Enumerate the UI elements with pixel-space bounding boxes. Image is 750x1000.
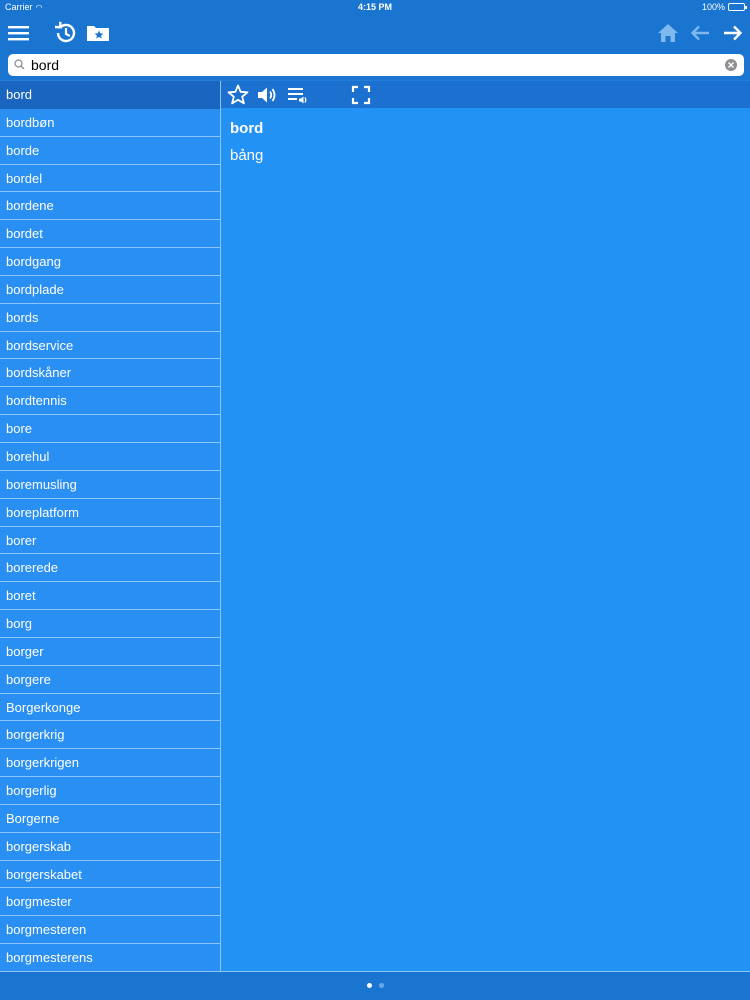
word-list-item[interactable]: bord (0, 81, 220, 109)
star-icon (227, 84, 249, 105)
search-input[interactable] (28, 55, 724, 75)
word-list-item[interactable]: Borgerne (0, 805, 220, 833)
word-list-item[interactable]: borgerskab (0, 833, 220, 861)
forward-button[interactable] (716, 17, 748, 49)
speaker-icon (258, 87, 276, 103)
bottom-bar (0, 971, 750, 1000)
definition-pane: bord bảng (221, 108, 750, 971)
battery-percent: 100% (701, 2, 725, 12)
word-list-item[interactable]: bordel (0, 165, 220, 193)
battery-status: 100% (701, 0, 747, 14)
page-indicator[interactable] (0, 983, 750, 988)
word-list-item[interactable]: Borgerkonge (0, 694, 220, 722)
menu-button[interactable] (2, 17, 34, 49)
word-list-item[interactable]: borgerskabet (0, 861, 220, 889)
word-list[interactable]: bord bordbøn borde bordel bordene bordet bordg… (0, 81, 220, 971)
clear-search-icon[interactable] (724, 58, 738, 72)
word-list-item[interactable]: borgmester (0, 888, 220, 917)
translation: bảng (230, 147, 264, 164)
word-list-item[interactable]: bords (0, 304, 220, 332)
search-icon (14, 59, 25, 70)
page-dot[interactable] (378, 983, 384, 988)
home-icon (658, 24, 678, 42)
playlist-audio-icon (288, 88, 307, 104)
speak-button[interactable] (254, 82, 280, 108)
word-list-item[interactable]: borde (0, 137, 220, 165)
word-list-item[interactable]: bordgang (0, 248, 220, 276)
word-list-item[interactable]: bordene (0, 192, 220, 221)
word-list-item[interactable]: borgerkrig (0, 721, 220, 750)
word-list-item[interactable]: borgmesterens (0, 944, 220, 971)
word-list-item[interactable]: boret (0, 582, 220, 611)
word-list-item[interactable]: bordservice (0, 332, 220, 360)
word-list-item[interactable]: borgere (0, 666, 220, 694)
word-list-item[interactable]: borger (0, 638, 220, 666)
history-button[interactable] (49, 17, 81, 49)
word-list-item[interactable]: boremusling (0, 471, 220, 499)
word-list-item[interactable]: borehul (0, 443, 220, 471)
status-bar: Carrier ◠ 4:15 PM 100% (0, 0, 750, 14)
forward-arrow-icon (724, 25, 743, 41)
word-list-item[interactable]: borgmesteren (0, 916, 220, 945)
favorite-button[interactable] (225, 82, 251, 108)
word-list-item[interactable]: borgerkrigen (0, 749, 220, 778)
detail-toolbar (221, 81, 750, 108)
word-list-item[interactable]: boreplatform (0, 499, 220, 527)
back-arrow-icon (690, 25, 709, 41)
history-icon (54, 21, 76, 43)
word-list-item[interactable]: bordbøn (0, 109, 220, 137)
fullscreen-button[interactable] (348, 82, 374, 108)
menu-icon (8, 26, 29, 41)
word-list-item[interactable]: borg (0, 610, 220, 638)
headword: bord (230, 120, 264, 137)
word-list-item[interactable]: bordet (0, 220, 220, 249)
favorites-folder-icon (87, 26, 109, 41)
word-list-item[interactable]: borerede (0, 554, 220, 583)
audio-list-button[interactable] (285, 82, 311, 108)
top-toolbar (0, 14, 750, 52)
search-box[interactable] (8, 54, 744, 76)
word-list-item[interactable]: borgerlig (0, 777, 220, 805)
favorites-folder-button[interactable] (82, 17, 114, 49)
home-button[interactable] (652, 17, 684, 49)
status-time: 4:15 PM (357, 2, 392, 12)
back-button[interactable] (685, 17, 717, 49)
word-list-item[interactable]: borer (0, 527, 220, 555)
page-dot[interactable] (366, 983, 372, 988)
search-bar (0, 52, 750, 80)
word-list-item[interactable]: bordskåner (0, 359, 220, 388)
battery-icon (728, 3, 747, 11)
fullscreen-icon (351, 85, 371, 105)
word-list-item[interactable]: bordtennis (0, 387, 220, 416)
word-list-item[interactable]: bordplade (0, 276, 220, 304)
word-list-item[interactable]: bore (0, 415, 220, 443)
